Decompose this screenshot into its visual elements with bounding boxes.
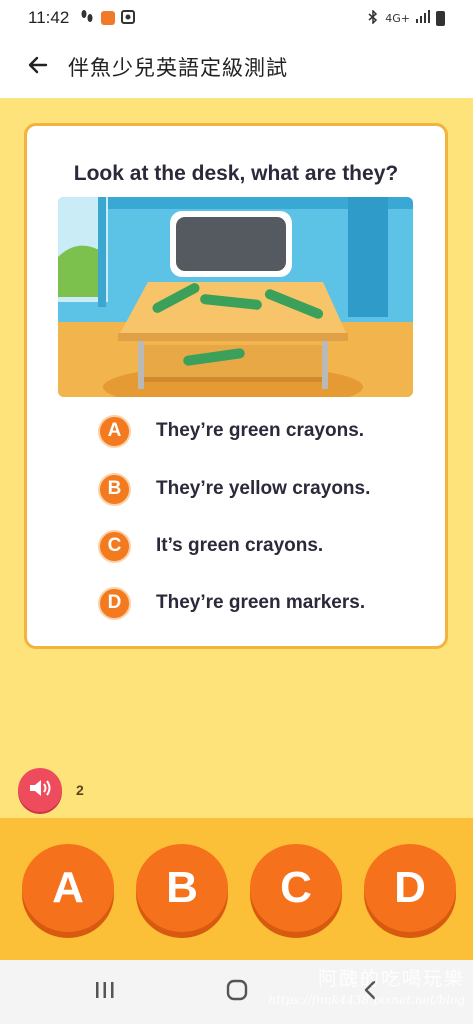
answer-button-b[interactable]: B [136, 844, 228, 932]
watermark-url: https://fnnk4438.pixnet.net/blog [268, 993, 465, 1007]
question-text: Look at the desk, what are they? [73, 162, 399, 185]
option-b-badge: B [98, 472, 131, 506]
option-d[interactable]: D They’re green markers. [98, 586, 365, 620]
status-time: 11:42 [28, 8, 70, 27]
footsteps-icon [79, 8, 95, 28]
home-icon [225, 978, 249, 1006]
recent-apps-icon [94, 980, 116, 1004]
battery-icon [436, 10, 445, 26]
option-b-text: They’re yellow crayons. [156, 478, 371, 499]
option-a-badge: A [98, 414, 131, 448]
watermark: 阿醜的吃喝玩樂 https://fnnk4438.pixnet.net/blog [268, 964, 465, 1007]
system-status-icons: 4G+ [367, 8, 445, 27]
question-illustration [58, 197, 413, 397]
home-button[interactable] [217, 978, 257, 1006]
back-button[interactable] [22, 51, 54, 83]
audio-play-button[interactable] [18, 768, 62, 812]
answer-button-a[interactable]: A [22, 844, 114, 932]
bluetooth-icon [367, 8, 379, 27]
option-b[interactable]: B They’re yellow crayons. [98, 472, 370, 506]
option-c-badge: C [98, 529, 131, 563]
notification-icons [79, 8, 136, 28]
option-d-text: They’re green markers. [156, 592, 366, 613]
recent-apps-button[interactable] [85, 978, 125, 1006]
answer-button-c[interactable]: C [250, 844, 342, 932]
quiz-card: Look at the desk, what are they? A They’… [24, 123, 448, 649]
speaker-icon [28, 777, 52, 803]
page-title: 伴魚少兒英語定級測試 [68, 56, 288, 80]
answer-tray: A B C D [0, 818, 473, 960]
watermark-title: 阿醜的吃喝玩樂 [317, 968, 465, 990]
option-a-text: They’re green crayons. [156, 420, 365, 441]
signal-icon [416, 10, 430, 26]
app-bar: 伴魚少兒英語定級測試 [0, 36, 473, 98]
audio-play-count: 2 [76, 782, 84, 798]
network-type: 4G+ [385, 11, 410, 25]
status-bar: 11:42 4G+ [0, 0, 473, 36]
camera-notification-icon [121, 9, 136, 28]
option-a[interactable]: A They’re green crayons. [98, 414, 364, 448]
option-d-badge: D [98, 586, 131, 620]
app-notification-icon [101, 11, 116, 25]
audio-row: 2 [18, 768, 84, 812]
arrow-left-icon [26, 53, 50, 81]
answer-button-d[interactable]: D [364, 844, 456, 932]
option-c[interactable]: C It’s green crayons. [98, 529, 323, 563]
option-c-text: It’s green crayons. [156, 535, 324, 556]
